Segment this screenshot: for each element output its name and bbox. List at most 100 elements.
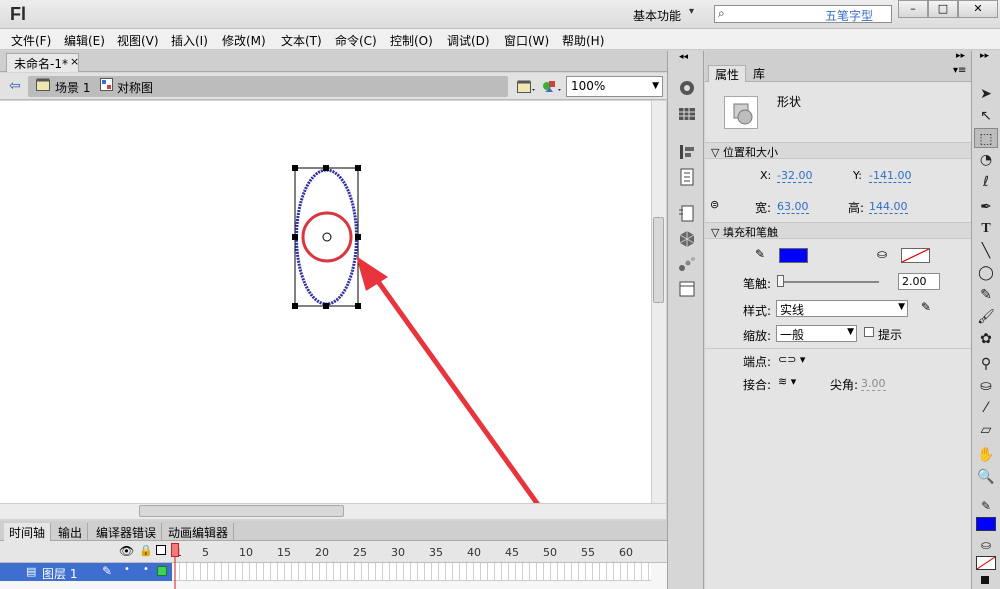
align-panel-icon[interactable] xyxy=(676,142,698,162)
tab-output[interactable]: 输出 xyxy=(53,523,89,541)
join-select[interactable]: ≋ ▾ xyxy=(778,375,796,388)
paint-bucket-tool-icon[interactable]: ⛀ xyxy=(974,376,998,396)
color-panel-icon[interactable] xyxy=(676,78,698,98)
zoom-select[interactable]: 100% ▼ xyxy=(566,76,663,97)
3d-rotation-tool-icon[interactable]: ◔ xyxy=(974,150,998,170)
chevron-down-icon[interactable]: ▾ xyxy=(689,6,694,17)
layer-name[interactable]: 图层 1 xyxy=(42,565,77,582)
frame-cells[interactable] xyxy=(173,563,651,581)
subselection-tool-icon[interactable]: ↖ xyxy=(974,106,998,126)
eraser-tool-icon[interactable]: ▱ xyxy=(974,420,998,440)
components-panel-icon[interactable] xyxy=(676,229,698,249)
outline-icon[interactable] xyxy=(156,545,166,555)
brush-tool-icon[interactable]: 🖌 xyxy=(974,307,998,327)
stroke-slider-thumb[interactable] xyxy=(777,275,784,287)
stroke-slider-track[interactable] xyxy=(777,281,879,283)
scale-select[interactable]: 一般 ▼ xyxy=(776,325,857,342)
edit-symbol-icon[interactable] xyxy=(541,78,563,95)
menu-insert[interactable]: 插入(I) xyxy=(171,32,208,49)
width-value[interactable]: 63.00 xyxy=(777,200,809,214)
tab-motion-editor[interactable]: 动画编辑器 xyxy=(163,523,235,541)
layer-color-swatch[interactable] xyxy=(157,566,167,576)
y-value[interactable]: -141.00 xyxy=(869,169,912,183)
zoom-tool-icon[interactable]: 🔍 xyxy=(974,467,998,487)
text-tool-icon[interactable]: T xyxy=(974,219,998,239)
pen-tool-icon[interactable]: ✒ xyxy=(974,197,998,217)
menu-commands[interactable]: 命令(C) xyxy=(335,32,377,49)
bone-tool-icon[interactable]: ⚲ xyxy=(974,354,998,374)
tab-properties[interactable]: 属性 xyxy=(708,65,747,82)
visibility-dot-icon[interactable]: • xyxy=(124,564,130,575)
menu-window[interactable]: 窗口(W) xyxy=(504,32,549,49)
menu-control[interactable]: 控制(O) xyxy=(390,32,433,49)
motion-presets-panel-icon[interactable] xyxy=(676,254,698,274)
paint-bucket-icon: ⛀ xyxy=(877,247,888,261)
hint-checkbox[interactable] xyxy=(864,327,874,337)
eye-icon[interactable]: 👁 xyxy=(119,544,134,558)
expand-panel-icon[interactable]: ▸▸ xyxy=(956,51,965,61)
menu-file[interactable]: 文件(F) xyxy=(11,32,51,49)
miter-value[interactable]: 3.00 xyxy=(861,377,886,391)
fill-color-swatch[interactable] xyxy=(901,248,930,263)
layer-row[interactable]: ▤ 图层 1 ✎ • • xyxy=(0,563,172,581)
hand-tool-icon[interactable]: ✋ xyxy=(974,445,998,465)
stage-canvas xyxy=(292,165,540,503)
close-icon[interactable]: × xyxy=(70,55,79,68)
lock-icon[interactable]: 🔒 xyxy=(139,544,153,557)
stroke-color-swatch[interactable] xyxy=(779,248,808,263)
selection-tool-icon[interactable]: ➤ xyxy=(974,84,998,104)
lock-dot-icon[interactable]: • xyxy=(143,564,149,575)
x-value[interactable]: -32.00 xyxy=(777,169,813,183)
cap-select[interactable]: ⊂⊃ ▾ xyxy=(778,353,805,366)
project-panel-icon[interactable] xyxy=(676,279,698,299)
menu-help[interactable]: 帮助(H) xyxy=(562,32,604,49)
section-position-size[interactable]: ▽ 位置和大小 xyxy=(705,142,971,159)
horizontal-scroll-thumb[interactable] xyxy=(139,505,344,517)
swatches-panel-icon[interactable] xyxy=(676,104,698,124)
back-arrow-icon[interactable]: ⇦ xyxy=(9,78,21,94)
style-select[interactable]: 实线 ▼ xyxy=(776,300,908,317)
workspace-switcher[interactable]: 基本功能 xyxy=(633,7,681,24)
collapse-panel-icon[interactable]: ◂◂ xyxy=(679,52,688,62)
minimize-button[interactable]: – xyxy=(898,0,928,18)
transform-point[interactable] xyxy=(322,232,332,242)
tab-compiler-errors[interactable]: 编译器错误 xyxy=(91,523,163,541)
edit-stroke-style-icon[interactable]: ✎ xyxy=(921,300,931,314)
lasso-tool-icon[interactable]: ℓ xyxy=(974,172,998,192)
line-tool-icon[interactable]: ╲ xyxy=(974,241,998,261)
section-fill-stroke[interactable]: ▽ 填充和笔触 xyxy=(705,222,971,239)
playhead[interactable] xyxy=(171,543,179,589)
scene-icon[interactable] xyxy=(36,78,50,91)
pencil-tool-icon[interactable]: ✎ xyxy=(974,285,998,305)
stroke-color-tool-swatch[interactable] xyxy=(976,517,996,531)
tab-timeline[interactable]: 时间轴 xyxy=(4,523,52,541)
fill-color-tool-swatch[interactable] xyxy=(976,556,996,570)
breadcrumb-symbol[interactable]: 对称图 xyxy=(117,79,153,96)
menu-debug[interactable]: 调试(D) xyxy=(447,32,490,49)
default-colors-icon[interactable] xyxy=(981,576,989,584)
menu-text[interactable]: 文本(T) xyxy=(281,32,322,49)
deco-tool-icon[interactable]: ✿ xyxy=(974,329,998,349)
tab-library[interactable]: 库 xyxy=(747,65,771,82)
close-button[interactable]: ✕ xyxy=(958,0,998,18)
height-value[interactable]: 144.00 xyxy=(869,200,908,214)
search-input[interactable]: ⌕ 五笔字型 xyxy=(714,5,892,23)
info-panel-icon[interactable] xyxy=(676,167,698,187)
eyedropper-tool-icon[interactable]: ⁄ xyxy=(974,398,998,418)
maximize-button[interactable]: □ xyxy=(928,0,958,18)
link-constraint-icon[interactable]: ⊜ xyxy=(710,198,719,211)
oval-tool-icon[interactable]: ◯ xyxy=(974,263,998,283)
vertical-scroll-thumb[interactable] xyxy=(653,217,664,303)
breadcrumb-scene[interactable]: 场景 1 xyxy=(55,79,90,96)
transform-panel-icon[interactable] xyxy=(676,204,698,224)
edit-scene-icon[interactable] xyxy=(516,78,536,95)
stroke-size-input[interactable]: 2.00 xyxy=(898,273,940,290)
menu-view[interactable]: 视图(V) xyxy=(117,32,159,49)
document-tab[interactable]: 未命名-1* × xyxy=(6,53,79,72)
panel-menu-icon[interactable]: ▾≡ xyxy=(953,65,966,76)
expand-tools-icon[interactable]: ▸▸ xyxy=(980,51,989,61)
free-transform-tool-icon[interactable]: ⬚ xyxy=(974,128,998,148)
menu-edit[interactable]: 编辑(E) xyxy=(64,32,105,49)
menu-modify[interactable]: 修改(M) xyxy=(222,32,266,49)
stage[interactable] xyxy=(0,101,651,503)
